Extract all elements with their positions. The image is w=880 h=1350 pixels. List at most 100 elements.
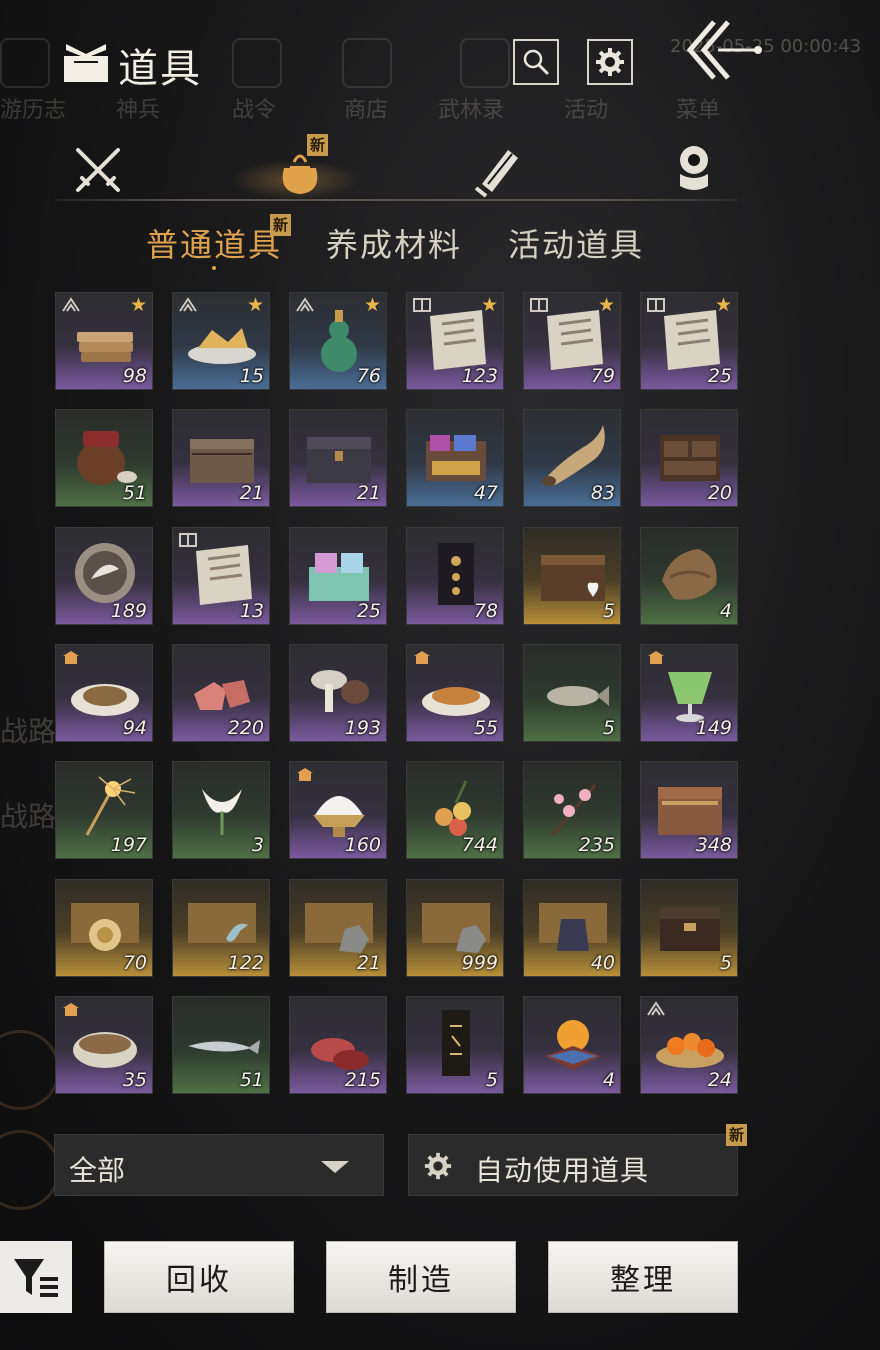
auto-use-items-button[interactable]: 自动使用道具 [408,1134,738,1196]
category-tab-currency[interactable] [664,140,724,200]
item-slot-lacquer-box[interactable]: 5 [640,879,738,977]
item-slot-recipe-page[interactable]: ★ 79 [523,292,621,390]
item-slot-fish-dish[interactable]: 55 [406,644,504,742]
item-count: 51 [239,1069,264,1091]
item-count: 197 [110,834,147,856]
item-count: 47 [473,482,498,504]
subtab-event-items[interactable]: 活动道具 [508,220,644,266]
sparkler-icon [85,776,136,836]
item-slot-horn[interactable]: 83 [523,409,621,507]
lacquer-box-icon [660,907,720,951]
item-slot-sparkler[interactable]: 197 [55,761,153,859]
new-badge: 新 [726,1124,748,1146]
item-slot-raw-steak[interactable]: 215 [289,996,387,1094]
item-count: 235 [578,834,615,856]
item-count: 83 [590,482,615,504]
crossed-swords-icon [76,148,120,192]
item-slot-recipe-page[interactable]: ★ 25 [640,292,738,390]
tab-divider [55,199,739,201]
item-count: 24 [707,1069,732,1091]
search-button[interactable] [513,39,559,85]
recipe-book-icon [179,533,197,547]
item-slot-dove-token[interactable]: 189 [55,527,153,625]
item-slot-plum-blossom[interactable]: 235 [523,761,621,859]
item-count: 13 [239,600,264,622]
sort-button[interactable]: 整理 [548,1241,738,1313]
active-indicator [212,266,216,270]
cooked-food-icon [63,1003,79,1016]
tier-badge-icon [62,297,80,312]
item-slot-ore-chest[interactable]: 999 [406,879,504,977]
item-slot-persimmon-basket[interactable]: 24 [640,996,738,1094]
item-slot-armor-chest[interactable]: 40 [523,879,621,977]
category-tab-scrolls[interactable] [468,140,528,200]
item-slot-raw-meat[interactable]: 220 [172,644,270,742]
item-slot-gift-box-jade[interactable]: 25 [289,527,387,625]
item-slot-ornate-chest[interactable]: 348 [640,761,738,859]
item-count: 21 [356,952,381,974]
bark-cloth-icon [662,549,717,600]
item-slot-bird-chest[interactable]: 122 [172,879,270,977]
tier-badge-icon [179,297,197,312]
item-slot-green-drink[interactable]: 149 [640,644,738,742]
item-slot-wine-jar[interactable]: 51 [55,409,153,507]
item-slot-white-flower[interactable]: 3 [172,761,270,859]
item-slot-talisman[interactable]: 78 [406,527,504,625]
item-count: 4 [602,1069,615,1091]
new-badge: 新 [270,214,292,236]
item-slot-shell-chest[interactable]: 70 [55,879,153,977]
recycle-button[interactable]: 回收 [104,1241,294,1313]
talisman-icon [438,543,474,605]
item-count: 20 [707,482,732,504]
item-slot-heart-chest[interactable]: 5 [523,527,621,625]
item-count: 189 [110,600,147,622]
item-slot-shaved-ice[interactable]: 160 [289,761,387,859]
subtab-general-items[interactable]: 普通道具 [146,220,282,266]
item-slot-wooden-chest-dark[interactable]: 21 [289,409,387,507]
item-slot-braised-dish[interactable]: 94 [55,644,153,742]
item-count: 76 [356,365,381,387]
item-slot-bark-cloth[interactable]: 4 [640,527,738,625]
item-slot-fried-snacks[interactable]: ★ 15 [172,292,270,390]
item-slot-gift-drawers[interactable]: 47 [406,409,504,507]
item-slot-crystal-orb[interactable]: 4 [523,996,621,1094]
item-count: 123 [461,365,498,387]
recipe-book-icon [530,298,548,312]
item-slot-cabinet-chest[interactable]: 20 [640,409,738,507]
item-count: 348 [695,834,732,856]
item-count: 744 [461,834,498,856]
item-count: 25 [356,600,381,622]
subtab-upgrade-materials[interactable]: 养成材料 [326,220,462,266]
star-icon: ★ [480,294,498,316]
item-count: 51 [122,482,147,504]
item-slot-ore-chest[interactable]: 21 [289,879,387,977]
filter-button[interactable] [0,1241,72,1313]
craft-button[interactable]: 制造 [326,1241,516,1313]
back-button[interactable] [684,18,764,82]
cooked-food-icon [63,651,79,664]
recipe-book-icon [647,298,665,312]
double-chevron-left-icon [686,20,762,80]
star-icon: ★ [363,294,381,316]
star-icon: ★ [714,294,732,316]
item-slot-lychee[interactable]: 744 [406,761,504,859]
item-slot-recipe-page[interactable]: 13 [172,527,270,625]
item-slot-long-fish[interactable]: 51 [172,996,270,1094]
item-count: 193 [344,717,381,739]
category-filter-dropdown[interactable]: 全部 [54,1134,384,1196]
category-tab-weapons[interactable] [68,140,128,200]
gear-icon [596,48,624,76]
item-slot-gourd-wine[interactable]: ★ 76 [289,292,387,390]
item-slot-wooden-chest[interactable]: 21 [172,409,270,507]
settings-button[interactable] [587,39,633,85]
item-slot-flatbread[interactable]: ★ 98 [55,292,153,390]
item-slot-stew-pot[interactable]: 35 [55,996,153,1094]
item-slot-fish[interactable]: 5 [523,644,621,742]
item-count: 3 [251,834,264,856]
ingot-icon [680,146,708,190]
item-slot-mushrooms[interactable]: 193 [289,644,387,742]
item-slot-calligraphy-scroll[interactable]: 5 [406,996,504,1094]
item-slot-recipe-page[interactable]: ★ 123 [406,292,504,390]
item-count: 220 [227,717,264,739]
item-count: 215 [344,1069,381,1091]
